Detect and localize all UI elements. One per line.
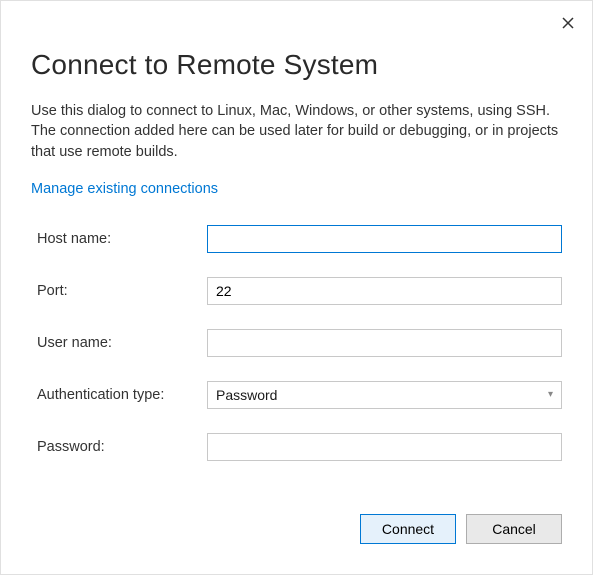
hostname-input[interactable] bbox=[207, 225, 562, 253]
authtype-label: Authentication type: bbox=[37, 387, 207, 403]
password-label: Password: bbox=[37, 439, 207, 455]
dialog-description: Use this dialog to connect to Linux, Mac… bbox=[31, 101, 562, 162]
manage-connections-link[interactable]: Manage existing connections bbox=[31, 181, 218, 197]
close-button[interactable] bbox=[558, 13, 578, 33]
password-input[interactable] bbox=[207, 433, 562, 461]
cancel-button[interactable]: Cancel bbox=[466, 514, 562, 544]
close-icon bbox=[562, 17, 574, 29]
dialog-title: Connect to Remote System bbox=[31, 49, 562, 81]
hostname-label: Host name: bbox=[37, 231, 207, 247]
username-label: User name: bbox=[37, 335, 207, 351]
username-input[interactable] bbox=[207, 329, 562, 357]
connect-button[interactable]: Connect bbox=[360, 514, 456, 544]
chevron-down-icon: ▾ bbox=[548, 389, 553, 400]
authtype-select[interactable]: Password ▾ bbox=[207, 381, 562, 409]
port-input[interactable] bbox=[207, 277, 562, 305]
port-label: Port: bbox=[37, 283, 207, 299]
authtype-value: Password bbox=[216, 387, 277, 403]
